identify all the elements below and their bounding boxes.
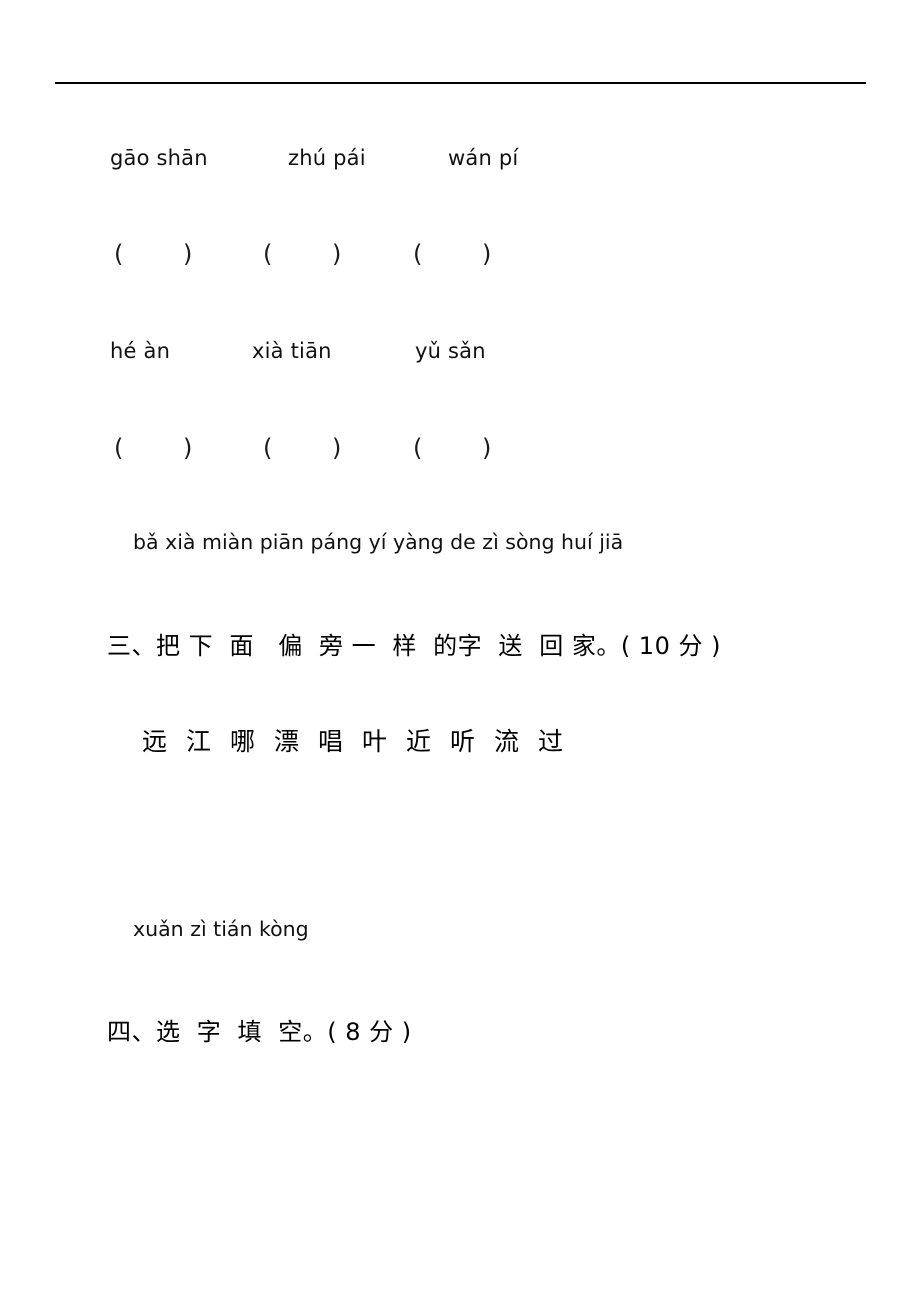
character-bank-item[interactable]: 哪 [230, 722, 255, 758]
answer-bracket-open[interactable]: ( [114, 240, 123, 268]
exercise-three-heading: 三、把 下 面 偏 旁 一 样 的字 送 回 家。( 10 分 ) [107, 632, 721, 660]
character-bank-item[interactable]: 近 [406, 722, 431, 758]
pinyin-word: xià tiān [252, 339, 332, 363]
character-bank-row: 远江哪漂唱叶近听流过 [0, 722, 920, 762]
pinyin-word: hé àn [110, 339, 171, 363]
answer-bracket-open[interactable]: ( [413, 434, 422, 462]
answer-bracket-open[interactable]: ( [114, 434, 123, 462]
character-bank-item[interactable]: 过 [538, 722, 563, 758]
character-bank-item[interactable]: 流 [494, 722, 519, 758]
answer-bracket-close[interactable]: ) [183, 434, 192, 462]
answer-bracket-open[interactable]: ( [413, 240, 422, 268]
pinyin-row: gāo shān zhú pái wán pí [0, 146, 920, 174]
character-bank-item[interactable]: 漂 [274, 722, 299, 758]
answer-bracket-close[interactable]: ) [332, 434, 341, 462]
pinyin-word: yǔ sǎn [415, 339, 486, 363]
character-bank-item[interactable]: 叶 [362, 722, 387, 758]
character-bank-item[interactable]: 听 [450, 722, 475, 758]
answer-bracket-open[interactable]: ( [263, 434, 272, 462]
pinyin-word: gāo shān [110, 146, 208, 170]
exercise-four-pinyin-cue: xuǎn zì tián kòng [133, 917, 309, 941]
answer-bracket-close[interactable]: ) [482, 240, 491, 268]
pinyin-word: wán pí [448, 146, 519, 170]
worksheet-page: gāo shān zhú pái wán pí hé àn xià tiān yǔ sǎn… [0, 0, 920, 1302]
exercise-four-heading: 四、选 字 填 空。( 8 分 ) [107, 1018, 412, 1046]
character-bank-item[interactable]: 远 [142, 722, 167, 758]
character-bank-item[interactable]: 唱 [318, 722, 343, 758]
character-bank-item[interactable]: 江 [186, 722, 211, 758]
exercise-three-pinyin-cue: bǎ xià miàn piān páng yí yàng de zì sòng… [133, 530, 624, 554]
answer-bracket-open[interactable]: ( [263, 240, 272, 268]
answer-bracket-close[interactable]: ) [183, 240, 192, 268]
answer-bracket-close[interactable]: ) [332, 240, 341, 268]
header-divider-rule [55, 82, 866, 84]
pinyin-word: zhú pái [288, 146, 366, 170]
pinyin-row: hé àn xià tiān yǔ sǎn [0, 339, 920, 367]
answer-bracket-row: () () () [0, 240, 920, 274]
answer-bracket-row: () () () [0, 434, 920, 468]
answer-bracket-close[interactable]: ) [482, 434, 491, 462]
